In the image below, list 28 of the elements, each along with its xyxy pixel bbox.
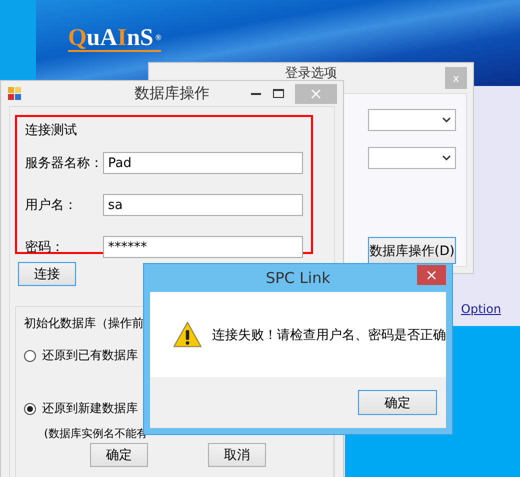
close-button[interactable]: ×: [417, 265, 446, 285]
logo: QuAInS®: [68, 26, 162, 52]
input-field[interactable]: sa: [103, 194, 303, 216]
group-label: 连接测试: [25, 122, 78, 139]
chevron-icon: [442, 117, 451, 123]
app-icon: [8, 86, 22, 100]
connect-button[interactable]: 连接: [18, 262, 76, 286]
field-label: 密码：: [25, 239, 65, 256]
group-label: 初始化数据库（操作前: [24, 315, 144, 332]
window-title: 数据库操作: [134, 84, 210, 103]
radio-label: 还原到已有数据库: [42, 347, 138, 364]
dialog-button[interactable]: 取消: [208, 443, 266, 467]
dialog-title: SPC Link: [266, 269, 330, 287]
ok-button[interactable]: 确定: [358, 390, 437, 415]
dialog-button[interactable]: 确定: [90, 443, 148, 467]
field-label: 服务器名称：: [25, 155, 103, 172]
warning-icon: [173, 320, 202, 348]
input-field[interactable]: ******: [103, 236, 303, 258]
field-label: 用户名：: [25, 197, 78, 214]
window-title: 登录选项: [285, 65, 337, 82]
radio-button[interactable]: [24, 402, 36, 414]
input-field[interactable]: Pad: [103, 152, 303, 174]
chevron-icon: [442, 155, 451, 161]
radio-button[interactable]: [24, 350, 36, 362]
database-button[interactable]: 数据库操作(D): [368, 237, 456, 264]
error-message: 连接失败！请检查用户名、密码是否正确: [212, 326, 446, 344]
radio-label: 还原到新建数据库: [42, 400, 138, 417]
option-link[interactable]: Option: [461, 302, 502, 316]
